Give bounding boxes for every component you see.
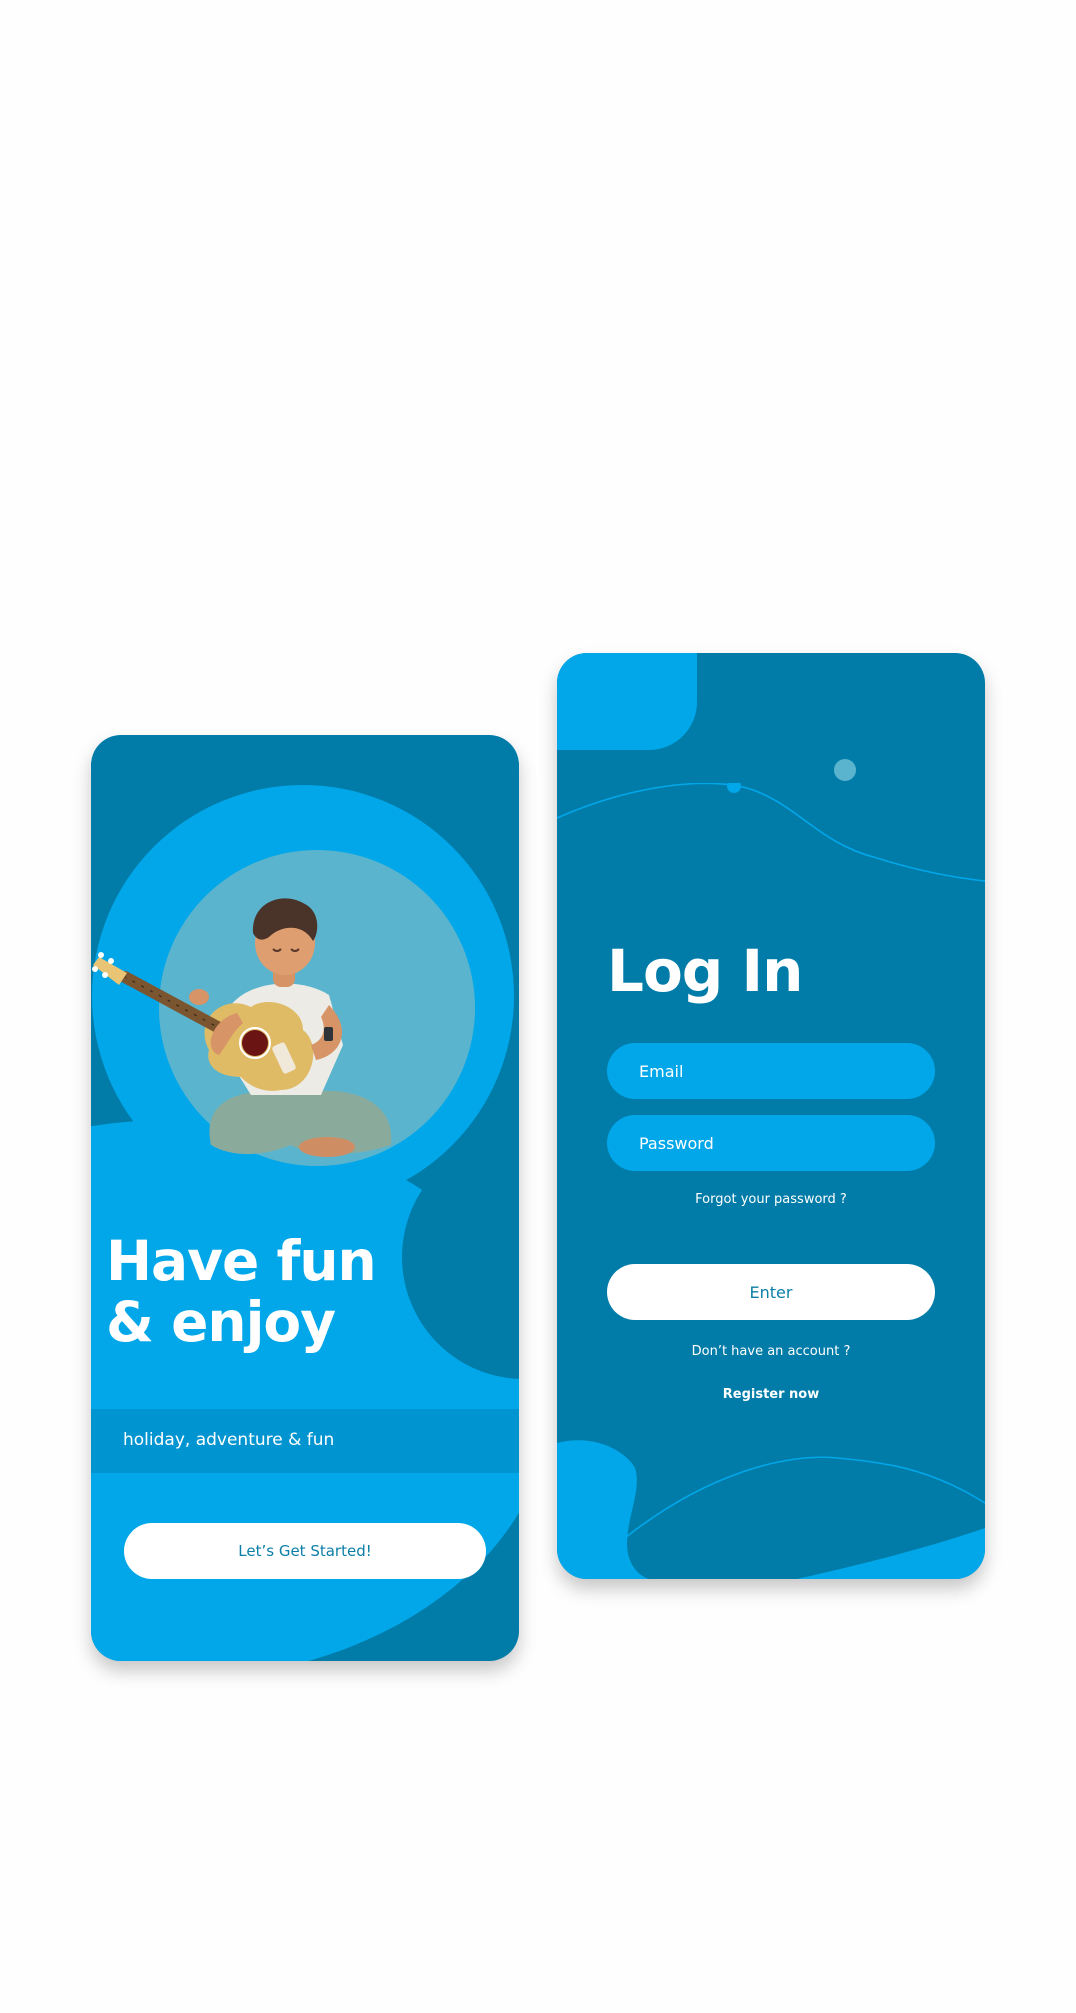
login-title: Log In xyxy=(607,937,803,1005)
enter-button[interactable]: Enter xyxy=(607,1264,935,1320)
headline-line-1: Have fun xyxy=(106,1229,377,1293)
decorative-wave-line xyxy=(557,783,985,882)
headline-line-2: & enjoy xyxy=(106,1290,336,1354)
decorative-bottom-shapes xyxy=(557,1440,985,1579)
password-field[interactable] xyxy=(607,1115,935,1171)
email-field[interactable] xyxy=(607,1043,935,1099)
forgot-password-link[interactable]: Forgot your password ? xyxy=(557,1192,985,1207)
welcome-headline: Have fun & enjoy xyxy=(106,1231,466,1353)
welcome-screen: Have fun & enjoy holiday, adventure & fu… xyxy=(91,735,519,1661)
welcome-subtitle: holiday, adventure & fun xyxy=(123,1430,335,1450)
guitar-player-illustration xyxy=(92,898,392,1157)
get-started-button[interactable]: Let’s Get Started! xyxy=(124,1523,486,1579)
decorative-dot xyxy=(834,759,856,781)
login-screen: Log In Forgot your password ? Enter Don’… xyxy=(557,653,985,1579)
decorative-corner-blob xyxy=(557,653,697,750)
